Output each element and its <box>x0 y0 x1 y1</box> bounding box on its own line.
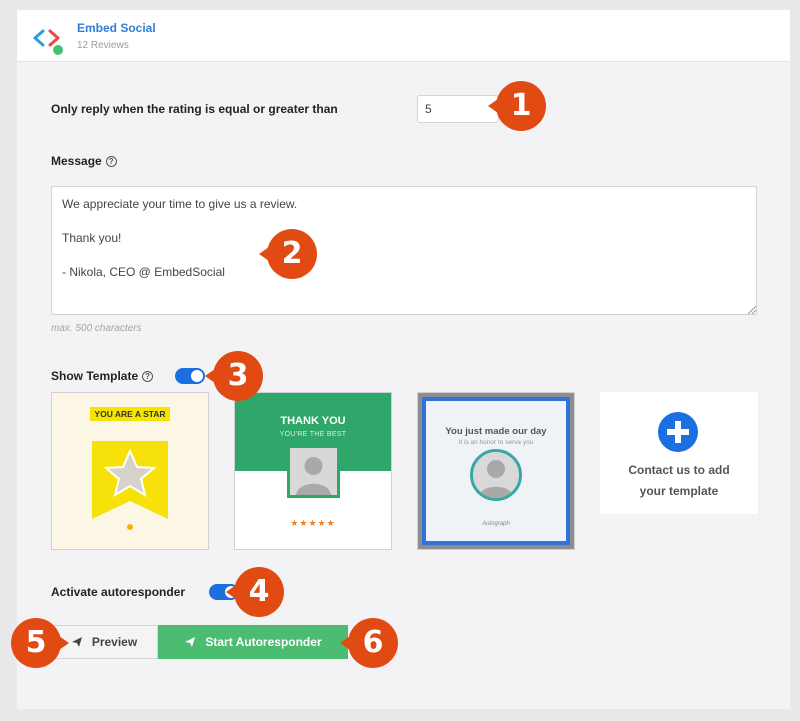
question-circle-icon[interactable]: ? <box>142 371 154 382</box>
callout-2: 2 <box>259 229 317 279</box>
rating-value: 5 <box>425 102 432 116</box>
message-label: Message? <box>51 154 117 168</box>
start-autoresponder-label: Start Autoresponder <box>205 635 322 649</box>
callout-3: 3 <box>205 351 263 401</box>
rating-label: Only reply when the rating is equal or g… <box>51 102 338 116</box>
signature: Autograph <box>482 521 510 527</box>
template-made-our-day-frame: You just made our day It is an honor to … <box>422 397 570 545</box>
show-template-label: Show Template? <box>51 369 154 383</box>
header: Embed Social 12 Reviews <box>17 10 790 62</box>
plus-circle-icon[interactable] <box>658 412 698 452</box>
rating-select[interactable]: 5 <box>417 95 499 123</box>
char-limit-hint: max. 500 characters <box>51 323 142 334</box>
question-circle-icon[interactable]: ? <box>105 156 117 167</box>
app-name[interactable]: Embed Social <box>77 21 156 35</box>
callout-3-number: 3 <box>227 358 249 393</box>
template-card-thank-you[interactable]: THANK YOU YOU'RE THE BEST ★★★★★ <box>234 392 392 550</box>
reviews-count: 12 Reviews <box>77 40 129 51</box>
avatar-placeholder-icon <box>287 445 340 498</box>
callout-5: 5 <box>11 618 69 668</box>
star-ribbon-icon <box>92 441 168 530</box>
avatar-placeholder-icon <box>470 449 522 501</box>
callout-4-number: 4 <box>248 574 270 609</box>
add-template-text[interactable]: Contact us to add your template <box>600 460 758 502</box>
template-thank-you-title: THANK YOU <box>280 415 346 427</box>
callout-2-number: 2 <box>281 236 303 271</box>
paper-plane-icon <box>71 637 82 647</box>
template-card-made-our-day[interactable]: You just made our day It is an honor to … <box>417 392 575 550</box>
autoresponder-panel: Embed Social 12 Reviews Only reply when … <box>17 10 790 709</box>
message-label-text: Message <box>51 154 102 168</box>
template-thank-you-subtitle: YOU'RE THE BEST <box>279 431 347 438</box>
callout-1-number: 1 <box>510 88 532 123</box>
template-card-star[interactable]: YOU ARE A STAR <box>51 392 209 550</box>
show-template-label-text: Show Template <box>51 369 139 383</box>
callout-4: 4 <box>226 567 284 617</box>
template-made-our-day-subtitle: It is an honor to serve you <box>458 439 534 446</box>
message-textarea[interactable]: We appreciate your time to give us a rev… <box>51 186 757 315</box>
callout-1: 1 <box>488 81 546 131</box>
template-made-our-day-title: You just made our day <box>445 426 547 437</box>
status-dot <box>53 45 63 55</box>
rating-stars: ★★★★★ <box>290 518 336 528</box>
autoresponder-label: Activate autoresponder <box>51 585 186 599</box>
start-autoresponder-button[interactable]: Start Autoresponder <box>158 625 348 659</box>
callout-6-number: 6 <box>362 625 384 660</box>
callout-6: 6 <box>340 618 398 668</box>
callout-5-number: 5 <box>25 625 47 660</box>
add-template-card[interactable]: Contact us to add your template <box>600 392 758 514</box>
resize-handle-icon[interactable] <box>748 306 756 314</box>
paper-plane-icon <box>185 637 196 647</box>
preview-button-label: Preview <box>91 635 138 649</box>
show-template-toggle[interactable] <box>175 368 205 384</box>
